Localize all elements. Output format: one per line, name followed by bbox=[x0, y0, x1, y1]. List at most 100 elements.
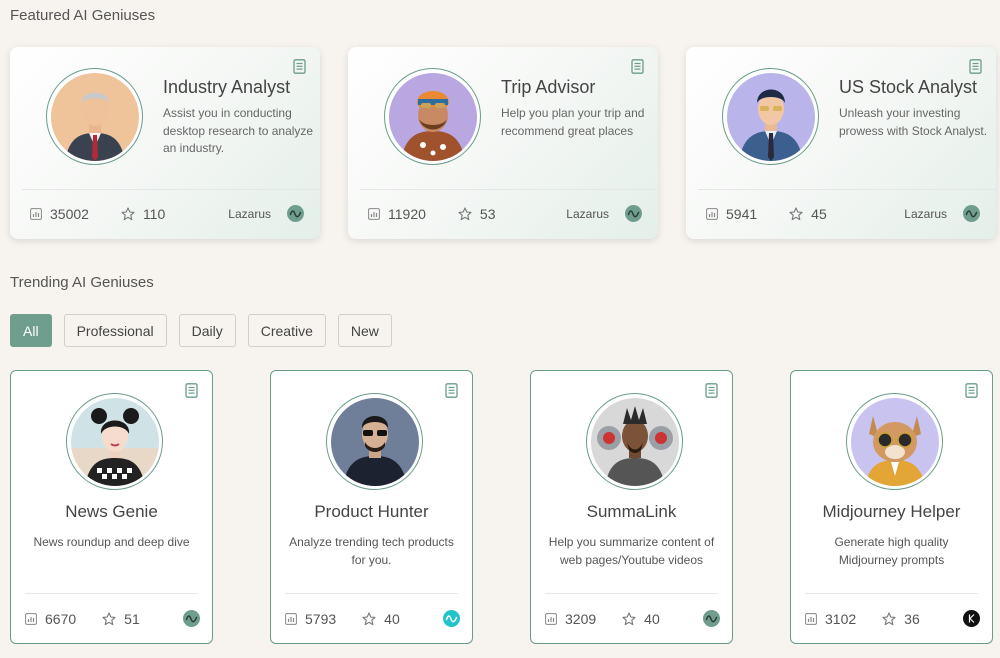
star-count: 40 bbox=[622, 611, 660, 627]
trending-card[interactable]: Midjourney Helper Generate high quality M… bbox=[790, 370, 993, 644]
card-footer: 6670 51 bbox=[25, 610, 200, 627]
card-description: News roundup and deep dive bbox=[33, 535, 190, 549]
traveler-avatar bbox=[388, 72, 477, 161]
cat-sunglasses-avatar bbox=[850, 397, 939, 486]
author[interactable] bbox=[443, 610, 460, 627]
author-name: Lazarus bbox=[566, 206, 609, 221]
divider bbox=[285, 593, 458, 594]
featured-card[interactable]: US Stock Analyst Unleash your investing p… bbox=[686, 47, 996, 239]
star-count: 36 bbox=[882, 611, 920, 627]
bar-chart-icon bbox=[285, 612, 297, 625]
filter-all[interactable]: All bbox=[10, 314, 52, 347]
star-count-value: 110 bbox=[142, 205, 166, 222]
trending-card[interactable]: SummaLink Help you summarize content of w… bbox=[530, 370, 733, 644]
document-icon[interactable] bbox=[965, 383, 978, 398]
divider bbox=[25, 593, 198, 594]
featured-card[interactable]: Industry Analyst Assist you in conducting… bbox=[10, 47, 320, 239]
author[interactable]: Lazarus bbox=[904, 205, 980, 222]
usage-count-value: 6670 bbox=[45, 610, 77, 627]
usage-count: 3102 bbox=[805, 611, 856, 627]
usage-count-value: 3209 bbox=[565, 610, 597, 627]
usage-count-value: 3102 bbox=[825, 610, 857, 627]
usage-count: 3209 bbox=[545, 611, 596, 627]
author[interactable] bbox=[183, 610, 200, 627]
featured-section-title: Featured AI Geniuses bbox=[10, 7, 156, 24]
divider bbox=[545, 593, 718, 594]
usage-count-value: 5941 bbox=[726, 205, 758, 222]
news-woman-avatar bbox=[70, 397, 159, 486]
author-badge-icon bbox=[287, 205, 304, 222]
document-icon[interactable] bbox=[705, 383, 718, 398]
author-badge-icon bbox=[183, 610, 200, 627]
author[interactable]: Lazarus bbox=[566, 205, 642, 222]
document-icon[interactable] bbox=[293, 59, 306, 74]
card-title: Trip Advisor bbox=[501, 77, 596, 97]
bar-chart-icon bbox=[706, 207, 718, 220]
star-count-value: 40 bbox=[384, 610, 400, 627]
usage-count: 6670 bbox=[25, 611, 76, 627]
divider bbox=[360, 189, 658, 190]
author-badge-icon bbox=[963, 205, 980, 222]
card-title: SummaLink bbox=[586, 502, 677, 521]
author[interactable]: Lazarus bbox=[228, 205, 304, 222]
author-badge-icon bbox=[703, 610, 720, 627]
avatar-ring bbox=[326, 393, 423, 490]
star-icon bbox=[789, 206, 803, 221]
filter-creative[interactable]: Creative bbox=[247, 314, 326, 347]
star-count: 53 bbox=[458, 205, 496, 222]
card-title: News Genie bbox=[65, 502, 158, 521]
star-icon bbox=[882, 611, 896, 626]
cyborg-avatar bbox=[590, 397, 679, 486]
usage-count: 11920 bbox=[368, 206, 426, 222]
featured-card[interactable]: Trip Advisor Help you plan your trip and … bbox=[348, 47, 658, 239]
star-count-value: 53 bbox=[479, 205, 496, 222]
trending-card[interactable]: Product Hunter Analyze trending tech prod… bbox=[270, 370, 473, 644]
card-title: Product Hunter bbox=[314, 502, 429, 521]
author-name: Lazarus bbox=[228, 206, 271, 221]
card-footer: 3209 40 bbox=[545, 610, 720, 627]
divider bbox=[805, 593, 978, 594]
stock-analyst-avatar bbox=[726, 72, 815, 161]
trending-section-title: Trending AI Geniuses bbox=[10, 274, 154, 291]
avatar-ring bbox=[722, 68, 819, 165]
card-footer: 3102 36 bbox=[805, 610, 980, 627]
star-count: 51 bbox=[102, 611, 140, 627]
star-count: 40 bbox=[362, 611, 400, 627]
avatar-ring bbox=[586, 393, 683, 490]
product-hunter-avatar bbox=[330, 397, 419, 486]
card-footer: 35002 110 Lazarus bbox=[30, 205, 304, 222]
document-icon[interactable] bbox=[185, 383, 198, 398]
author-badge-icon bbox=[443, 610, 460, 627]
star-icon bbox=[121, 206, 135, 221]
card-title: Industry Analyst bbox=[163, 77, 291, 97]
author[interactable] bbox=[963, 610, 980, 627]
document-icon[interactable] bbox=[631, 59, 644, 74]
document-icon[interactable] bbox=[969, 59, 982, 74]
filter-professional[interactable]: Professional bbox=[63, 314, 167, 347]
avatar-ring bbox=[384, 68, 481, 165]
author[interactable] bbox=[703, 610, 720, 627]
featured-cards: Industry Analyst Assist you in conducting… bbox=[10, 47, 996, 239]
trending-card[interactable]: News Genie News roundup and deep dive 6670… bbox=[10, 370, 213, 644]
star-count: 45 bbox=[789, 206, 827, 222]
card-description: Assist you in conducting desktop researc… bbox=[163, 106, 314, 155]
card-description: Unleash your investing prowess with Stoc… bbox=[839, 106, 988, 138]
author-badge-icon bbox=[963, 610, 980, 627]
star-icon bbox=[458, 206, 472, 221]
document-icon[interactable] bbox=[445, 383, 458, 398]
usage-count-value: 11920 bbox=[388, 205, 426, 222]
star-count-value: 36 bbox=[904, 610, 920, 627]
card-description: Help you plan your trip and recommend gr… bbox=[501, 106, 645, 138]
usage-count: 5941 bbox=[706, 206, 757, 222]
divider bbox=[698, 189, 996, 190]
bar-chart-icon bbox=[30, 207, 42, 220]
filter-new[interactable]: New bbox=[337, 314, 392, 347]
card-description: Analyze trending tech products for you. bbox=[289, 535, 454, 567]
usage-count: 5793 bbox=[285, 611, 336, 627]
bar-chart-icon bbox=[25, 612, 37, 625]
card-description: Help you summarize content of web pages/… bbox=[548, 535, 715, 567]
avatar-ring bbox=[846, 393, 943, 490]
filter-daily[interactable]: Daily bbox=[178, 314, 236, 347]
card-footer: 11920 53 Lazarus bbox=[368, 205, 642, 222]
bar-chart-icon bbox=[805, 612, 817, 625]
